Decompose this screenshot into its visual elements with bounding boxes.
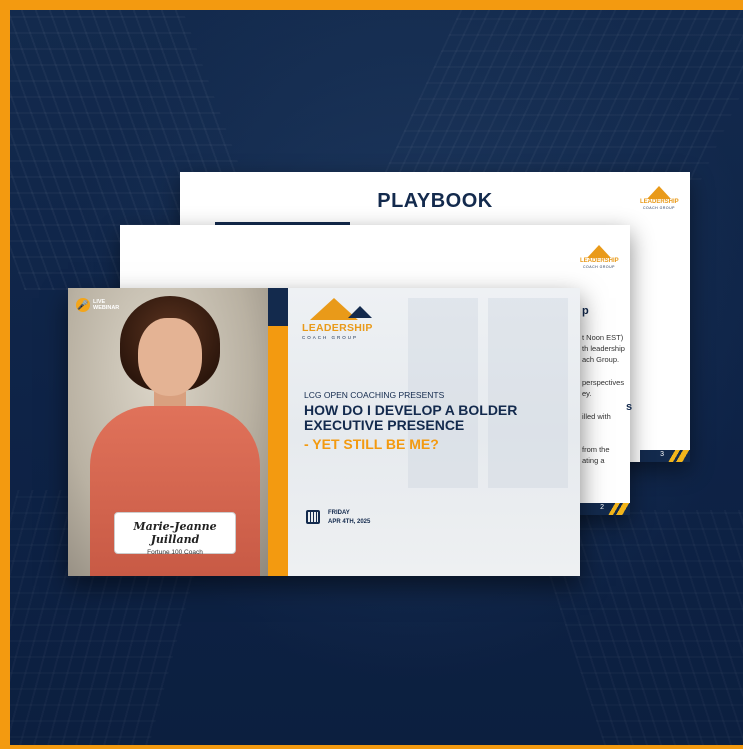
logo-text: LEADERSHIP — [302, 322, 373, 334]
live-webinar-badge: 🎤 LIVE WEBINAR — [76, 298, 119, 312]
body-line: ating a — [582, 456, 605, 465]
body-line: from the — [582, 445, 610, 454]
headline: HOW DO I DEVELOP A BOLDER EXECUTIVE PRES… — [304, 402, 518, 433]
badge-line2: WEBINAR — [93, 305, 120, 311]
body-line: perspectives — [582, 378, 625, 387]
orange-stripe — [268, 326, 288, 576]
building-decor — [381, 10, 743, 180]
footer-stripes — [606, 503, 630, 515]
calendar-icon — [306, 510, 320, 524]
microphone-icon: 🎤 — [76, 298, 90, 312]
page-number: 2 — [600, 504, 604, 511]
page-footer: 3 — [640, 450, 690, 462]
page-number: 3 — [660, 451, 664, 458]
speaker-role: Fortune 100 Coach — [147, 549, 203, 556]
mountain-logo-icon: LEADERSHIP COACH GROUP — [580, 245, 619, 271]
speaker-photo: 🎤 LIVE WEBINAR Marie-Jeanne Juilland For… — [68, 288, 268, 576]
presents-text: LCG OPEN COACHING PRESENTS — [304, 390, 445, 400]
body-line: ey. — [582, 389, 592, 398]
body-line: th leadership — [582, 344, 625, 353]
page-footer: 2 — [580, 503, 630, 515]
orange-frame: PLAYBOOK LEADERSHIP COACH GROUP 3 LEADER… — [0, 0, 743, 749]
body-line: t Noon EST) — [582, 333, 624, 342]
footer-stripes — [666, 450, 690, 462]
slide-content: LEADERSHIP COACH GROUP LCG OPEN COACHING… — [288, 288, 580, 576]
logo-text: LEADERSHIP — [640, 199, 679, 205]
navy-stripe — [268, 288, 288, 326]
logo-subtext: COACH GROUP — [583, 265, 615, 269]
logo-subtext: COACH GROUP — [302, 335, 359, 340]
logo-subtext: COACH GROUP — [643, 206, 675, 210]
mountain-logo-icon: LEADERSHIP COACH GROUP — [640, 186, 679, 212]
playbook-title: PLAYBOOK — [377, 190, 493, 212]
window-decor — [488, 298, 568, 488]
mountain-logo-icon — [310, 298, 372, 320]
speaker-name: Marie-Jeanne Juilland — [133, 520, 217, 546]
event-date: APR 4TH, 2025 — [328, 519, 371, 525]
body-line: illed with — [582, 412, 611, 421]
headline-accent: - YET STILL BE ME? — [304, 436, 439, 452]
subheading-fragment: s — [626, 401, 633, 413]
logo-text: LEADERSHIP — [580, 258, 619, 264]
event-day: FRIDAY — [328, 510, 350, 516]
speaker-name-card: Marie-Jeanne Juilland Fortune 100 Coach — [114, 512, 236, 556]
heading-fragment: p — [582, 305, 589, 317]
webinar-slide: 🎤 LIVE WEBINAR Marie-Jeanne Juilland For… — [68, 288, 580, 576]
leadership-logo: LEADERSHIP COACH GROUP — [302, 298, 382, 340]
face-shape — [138, 318, 202, 396]
body-line: ach Group. — [582, 355, 620, 364]
